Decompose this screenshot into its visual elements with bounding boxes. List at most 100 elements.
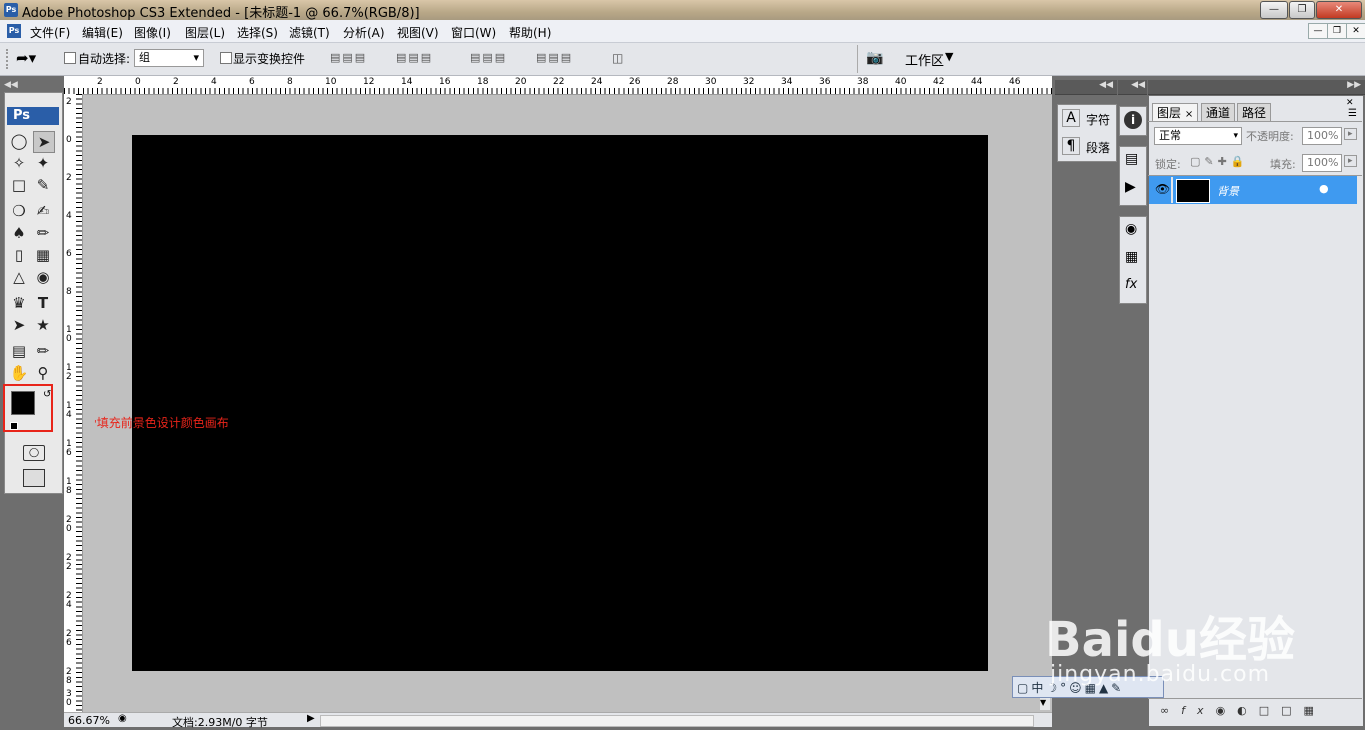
dodge-tool-icon[interactable]: ◉ <box>33 267 53 287</box>
tab-paths[interactable]: 路径 <box>1237 103 1272 122</box>
ruler-label: 6 <box>249 77 255 87</box>
blur-tool-icon[interactable]: △ <box>9 267 29 287</box>
move-tool-icon[interactable]: ➤ <box>33 131 55 153</box>
doc-close-button[interactable]: ✕ <box>1346 23 1365 39</box>
color-palette-icon[interactable]: ◉ <box>1125 221 1137 237</box>
bridge-icon[interactable]: ◉ <box>118 713 127 724</box>
tab-channels[interactable]: 通道 <box>1201 103 1236 122</box>
history-icon[interactable]: ▤ <box>1125 151 1138 167</box>
ruler-label: 1 6 <box>66 439 72 458</box>
path-selection-tool-icon[interactable]: ➤ <box>9 315 29 335</box>
eye-visibility-icon[interactable]: 👁 <box>1155 182 1170 196</box>
document-canvas[interactable] <box>132 135 988 671</box>
actions-icon[interactable]: ▶ <box>1125 179 1136 195</box>
workspace-menu[interactable]: 工作区 <box>905 50 944 69</box>
menu-layer[interactable]: 图层(L) <box>185 24 225 41</box>
distribute-vertical-icons[interactable]: ▤▤▤ <box>470 51 526 65</box>
collapse-icon[interactable]: ◀◀ <box>4 80 18 90</box>
ruler-label: 40 <box>895 77 907 87</box>
styles-fx-icon[interactable]: fx <box>1125 277 1137 292</box>
gradient-tool-icon[interactable]: ▦ <box>33 245 53 265</box>
collapse-icon[interactable]: ▶▶ <box>1347 80 1361 90</box>
close-icon[interactable]: × <box>1185 109 1193 120</box>
swatches-icon[interactable]: ▦ <box>1125 249 1138 265</box>
menu-edit[interactable]: 编辑(E) <box>82 24 123 41</box>
character-icon[interactable]: A <box>1062 109 1080 127</box>
fill-slider-arrow-icon[interactable]: ▸ <box>1344 155 1357 167</box>
menu-help[interactable]: 帮助(H) <box>509 24 551 41</box>
menu-view[interactable]: 视图(V) <box>397 24 439 41</box>
minimize-button[interactable]: — <box>1260 1 1288 19</box>
layer-name[interactable]: 背景 <box>1217 183 1239 199</box>
align-left-icons[interactable]: ▤▤▤ <box>396 51 448 65</box>
tab-layers[interactable]: 图层 × <box>1152 103 1199 122</box>
type-tool-icon[interactable]: T <box>33 293 53 313</box>
status-menu-arrow-icon[interactable]: ▶ <box>307 713 315 724</box>
menu-file[interactable]: 文件(F) <box>30 24 70 41</box>
close-icon[interactable]: ✕ <box>1346 98 1354 108</box>
divider <box>1148 121 1362 122</box>
title-bar: Ps Adobe Photoshop CS3 Extended - [未标题-1… <box>0 0 1365 21</box>
collapse-icon[interactable]: ◀◀ <box>1099 80 1113 90</box>
hand-tool-icon[interactable]: ✋ <box>9 363 29 383</box>
clone-stamp-tool-icon[interactable]: ♠ <box>9 223 29 243</box>
notes-tool-icon[interactable]: ▤ <box>9 341 29 361</box>
custom-shape-tool-icon[interactable]: ★ <box>33 315 53 335</box>
lasso-tool-icon[interactable]: ✧ <box>9 153 29 173</box>
bridge-icon[interactable]: 📷 <box>866 50 883 66</box>
ruler-label: 2 <box>173 77 179 87</box>
dock-header[interactable]: ▶▶ <box>1148 80 1365 95</box>
panel-menu-icon[interactable]: ☰ <box>1348 108 1357 119</box>
horizontal-scrollbar[interactable] <box>320 715 1034 727</box>
ruler-label: 24 <box>591 77 603 87</box>
crop-tool-icon[interactable]: □ <box>9 175 29 195</box>
pen-tool-icon[interactable]: ♛ <box>9 293 29 313</box>
screen-mode-icon[interactable] <box>23 469 45 487</box>
info-icon[interactable]: i <box>1124 111 1142 129</box>
zoom-level[interactable]: 66.67% <box>68 714 110 727</box>
grip-handle[interactable] <box>6 49 11 69</box>
slice-tool-icon[interactable]: ✎ <box>33 175 53 195</box>
paragraph-label[interactable]: 段落 <box>1086 139 1110 156</box>
move-tool-icon[interactable]: ➦▾ <box>16 49 36 67</box>
eyedropper-tool-icon[interactable]: ✏ <box>33 341 53 361</box>
doc-minimize-button[interactable]: — <box>1308 23 1328 39</box>
healing-brush-tool-icon[interactable]: ❍ <box>9 201 29 221</box>
scroll-down-icon[interactable]: ▼ <box>1040 698 1050 710</box>
opacity-input[interactable]: 100% <box>1302 127 1342 145</box>
opacity-slider-arrow-icon[interactable]: ▸ <box>1344 128 1357 140</box>
auto-select-dropdown[interactable]: 组 ▾ <box>134 49 204 67</box>
maximize-button[interactable]: ❐ <box>1289 1 1315 19</box>
lock-icons[interactable]: ▢✎✚🔒 <box>1190 155 1249 168</box>
layer-row[interactable]: 👁 背景 ● <box>1149 176 1357 204</box>
marquee-tool-icon[interactable]: ◯ <box>9 131 29 151</box>
show-transform-checkbox[interactable] <box>220 52 232 67</box>
ruler-label: 30 <box>705 77 717 87</box>
doc-restore-button[interactable]: ❐ <box>1327 23 1347 39</box>
dock-header[interactable]: ◀◀ <box>1118 80 1147 95</box>
auto-select-checkbox[interactable] <box>64 52 76 67</box>
layers-bottom-icons[interactable]: ∞fx◉◐□□▦ <box>1160 704 1326 717</box>
align-top-icons[interactable]: ▤▤▤ <box>330 51 382 65</box>
magic-wand-tool-icon[interactable]: ✦ <box>33 153 53 173</box>
menu-select[interactable]: 选择(S) <box>237 24 278 41</box>
auto-align-icon[interactable]: ◫ <box>612 51 623 65</box>
brush-tool-icon[interactable]: ✍ <box>33 201 53 221</box>
document-icon: Ps <box>7 24 21 38</box>
menu-image[interactable]: 图像(I) <box>134 24 171 41</box>
collapse-icon[interactable]: ◀◀ <box>1131 80 1145 90</box>
menu-analysis[interactable]: 分析(A) <box>343 24 385 41</box>
dock-header[interactable]: ◀◀ <box>1055 80 1117 95</box>
menu-window[interactable]: 窗口(W) <box>451 24 496 41</box>
zoom-tool-icon[interactable]: ⚲ <box>33 363 53 383</box>
menu-filter[interactable]: 滤镜(T) <box>289 24 330 41</box>
character-label[interactable]: 字符 <box>1086 111 1110 128</box>
paragraph-icon[interactable]: ¶ <box>1062 137 1080 155</box>
close-button[interactable]: ✕ <box>1316 1 1362 19</box>
eraser-tool-icon[interactable]: ▯ <box>9 245 29 265</box>
history-brush-tool-icon[interactable]: ✏ <box>33 223 53 243</box>
distribute-horizontal-icons[interactable]: ▤▤▤ <box>536 51 592 65</box>
blend-mode-dropdown[interactable]: 正常 ▾ <box>1154 127 1242 145</box>
fill-input[interactable]: 100% <box>1302 154 1342 172</box>
quick-mask-icon[interactable]: ◯ <box>23 445 45 461</box>
